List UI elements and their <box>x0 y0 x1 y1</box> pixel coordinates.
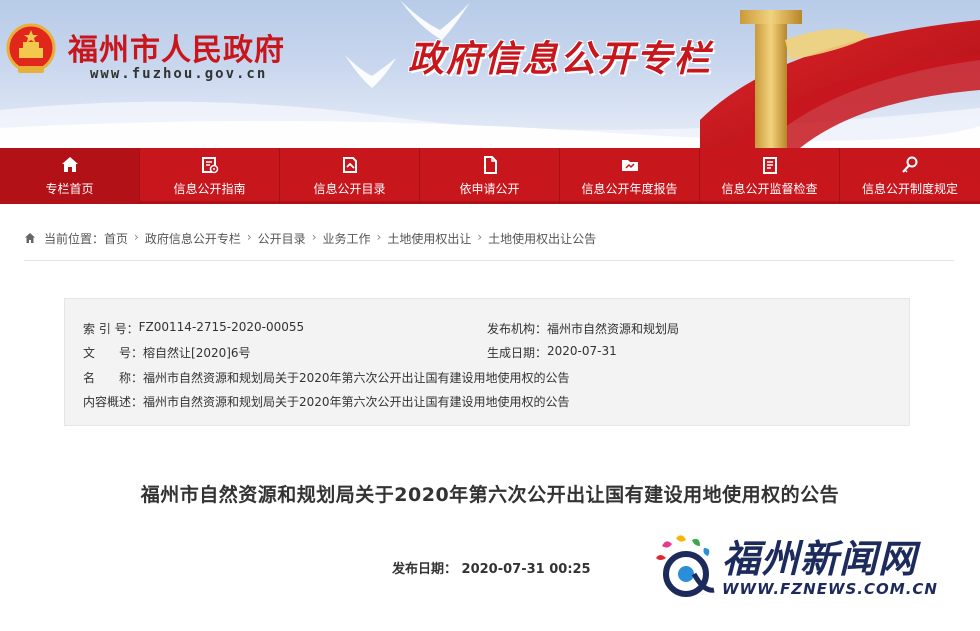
site-url: www.fuzhou.gov.cn <box>90 66 268 82</box>
meta-created-row: 生成日期： 2020-07-31 <box>487 344 617 361</box>
nav-item-label: 信息公开监督检查 <box>721 182 818 196</box>
breadcrumb-column[interactable]: 政府信息公开专栏 <box>145 230 241 247</box>
meta-name-row: 名 称： 福州市自然资源和规划局关于2020年第六次公开出让国有建设用地使用权的… <box>83 369 570 386</box>
header-banner: 福州市人民政府 www.fuzhou.gov.cn 政府信息公开专栏 <box>0 0 980 148</box>
meta-docno-row: 文 号： 榕自然让[2020]6号 <box>83 344 251 361</box>
site-name: 福州市人民政府 <box>68 33 285 68</box>
document-metadata: 索 引 号： FZ00114-2715-2020-00055 发布机构： 福州市… <box>64 298 910 426</box>
rules-icon <box>900 155 920 175</box>
home-icon <box>25 233 35 243</box>
meta-created-value: 2020-07-31 <box>547 344 617 358</box>
home-icon <box>60 155 80 175</box>
guide-icon <box>200 155 220 175</box>
nav-item-catalog[interactable]: 信息公开目录 <box>280 148 420 204</box>
meta-name-value: 福州市自然资源和规划局关于2020年第六次公开出让国有建设用地使用权的公告 <box>143 371 570 385</box>
column-title: 政府信息公开专栏 <box>408 39 713 80</box>
meta-index-row: 索 引 号： FZ00114-2715-2020-00055 <box>83 320 304 337</box>
article-title: 福州市自然资源和规划局关于2020年第六次公开出让国有建设用地使用权的公告 <box>140 484 840 506</box>
publish-date: 发布日期： 2020-07-31 00:25 <box>392 558 591 577</box>
breadcrumb-business[interactable]: 业务工作 <box>323 230 371 247</box>
nav-item-apply[interactable]: 依申请公开 <box>420 148 560 204</box>
breadcrumb-separator: › <box>134 230 139 244</box>
nav-item-label: 依申请公开 <box>459 182 520 196</box>
meta-docno-label: 文 号： <box>83 346 144 360</box>
meta-index-value: FZ00114-2715-2020-00055 <box>138 320 305 334</box>
meta-publisher-label: 发布机构： <box>487 322 548 336</box>
nav-item-label: 信息公开年度报告 <box>581 182 678 196</box>
report-icon <box>620 155 640 175</box>
main-nav: 专栏首页 信息公开指南 信息公开目录 依申请公开 信息公开年度报告 信息公开监督… <box>0 148 980 204</box>
publish-date-value: 2020-07-31 00:25 <box>461 562 591 577</box>
nav-item-rules[interactable]: 信息公开制度规定 <box>840 148 980 204</box>
meta-summary-value: 福州市自然资源和规划局关于2020年第六次公开出让国有建设用地使用权的公告 <box>143 395 570 409</box>
meta-docno-value: 榕自然让[2020]6号 <box>143 346 251 360</box>
breadcrumb-home[interactable]: 首页 <box>104 230 128 247</box>
nav-item-guide[interactable]: 信息公开指南 <box>140 148 280 204</box>
breadcrumb-separator: › <box>246 230 252 244</box>
document-icon <box>480 155 500 175</box>
nav-item-label: 信息公开目录 <box>313 182 386 196</box>
news-watermark: 福州新闻网 WWW.FZNEWS.COM.CN <box>652 528 972 604</box>
national-emblem-icon <box>6 23 56 73</box>
meta-publisher-value: 福州市自然资源和规划局 <box>547 322 680 336</box>
meta-publisher-row: 发布机构： 福州市自然资源和规划局 <box>487 320 679 337</box>
nav-item-label: 专栏首页 <box>45 182 94 196</box>
breadcrumb-separator: › <box>477 230 483 244</box>
catalog-icon <box>340 155 360 175</box>
breadcrumb-separator: › <box>311 230 317 244</box>
breadcrumb-catalog[interactable]: 公开目录 <box>258 230 306 247</box>
nav-item-home[interactable]: 专栏首页 <box>0 148 140 204</box>
nav-item-inspection[interactable]: 信息公开监督检查 <box>700 148 840 204</box>
breadcrumb-current[interactable]: 土地使用权出让公告 <box>488 230 596 247</box>
meta-summary-label: 内容概述： <box>83 395 144 409</box>
breadcrumb-land-transfer[interactable]: 土地使用权出让 <box>387 230 471 247</box>
watermark-url: WWW.FZNEWS.COM.CN <box>722 580 938 598</box>
nav-item-label: 信息公开制度规定 <box>861 182 958 196</box>
meta-index-label: 索 引 号： <box>83 322 139 336</box>
meta-name-label: 名 称： <box>83 371 144 385</box>
breadcrumb-prefix: 当前位置： <box>44 232 105 246</box>
nav-item-label: 信息公开指南 <box>173 182 246 196</box>
meta-created-label: 生成日期： <box>487 346 548 360</box>
breadcrumb-separator: › <box>376 230 382 244</box>
watermark-name: 福州新闻网 <box>722 537 918 581</box>
nav-item-annual-report[interactable]: 信息公开年度报告 <box>560 148 700 204</box>
breadcrumb: 当前位置： 首页 › 政府信息公开专栏 › 公开目录 › 业务工作 › 土地使用… <box>24 230 954 261</box>
publish-date-label: 发布日期： <box>392 562 458 577</box>
fznews-logo-icon <box>656 535 715 597</box>
inspection-icon <box>760 155 780 175</box>
meta-summary-row: 内容概述： 福州市自然资源和规划局关于2020年第六次公开出让国有建设用地使用权… <box>83 393 570 410</box>
